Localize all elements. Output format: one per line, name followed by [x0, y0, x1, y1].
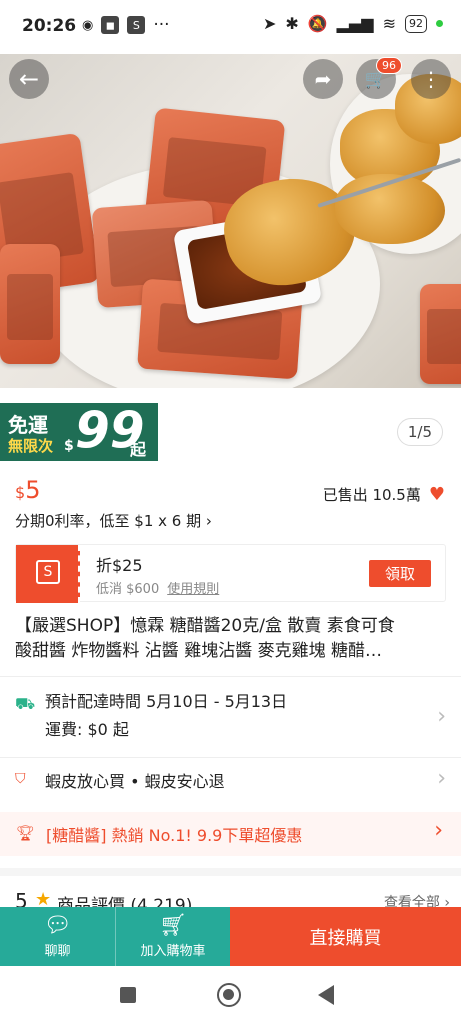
add-to-cart-button[interactable]: 🛒︎ 加入購物車: [115, 907, 230, 966]
product-title: 【嚴選SHOP】憶霖 糖醋醬20克/盒 散賣 素食可食 酸甜醬 炸物醬料 沾醬 …: [15, 614, 450, 664]
truck-icon: ⛟: [15, 694, 36, 713]
status-bar: 20:26 ◉ ◼ S ··· ➤ ✱ 🔕 ▂▄▆ ≋ 92: [0, 0, 461, 54]
shipping-fee: 運費: $0 起: [45, 720, 129, 739]
ribbon-currency: $: [64, 438, 74, 454]
chat-bubble-icon: 💬︎: [43, 913, 72, 938]
sold-count: 已售出 10.5萬 ♥: [323, 484, 445, 505]
cart-count-badge: 96: [376, 57, 402, 74]
shopee-notification-icon: S: [127, 16, 146, 34]
share-icon: ➦: [314, 67, 332, 91]
coupon-stub: S: [16, 545, 80, 603]
notification-icons: ◉ ◼ S ···: [82, 15, 170, 35]
add-to-cart-label: 加入購物車: [140, 944, 206, 959]
secondary-actions: 💬︎ 聊聊 🛒︎ 加入購物車: [0, 907, 230, 966]
wifi-icon: ≋: [382, 14, 396, 33]
buy-now-button[interactable]: 直接購買: [230, 907, 461, 966]
chevron-right-icon: ›: [434, 818, 443, 843]
title-line-2: 酸甜醬 炸物醬料 沾醬 雞塊沾醬 麥克雞塊 糖醋…: [15, 641, 383, 661]
clock: 20:26: [22, 16, 77, 36]
chevron-right-icon: ›: [437, 704, 446, 729]
coupon-title: 折$25: [96, 556, 143, 575]
sauce-packet: [420, 284, 461, 384]
installment-link[interactable]: 分期0利率，低至 $1 x 6 期 ›: [15, 510, 212, 531]
arrow-left-icon: ←: [18, 65, 40, 93]
system-nav-bar: [0, 966, 461, 1024]
coupon-rules-link[interactable]: 使用規則: [167, 582, 219, 597]
section-gap: [0, 868, 461, 876]
home-button[interactable]: [217, 983, 241, 1007]
price-value: 5: [25, 476, 41, 504]
ribbon-title: 免運: [8, 413, 48, 437]
chat-button[interactable]: 💬︎ 聊聊: [0, 907, 115, 966]
chat-label: 聊聊: [44, 944, 71, 959]
divider: [0, 757, 461, 758]
system-icons: ➤ ✱ 🔕 ▂▄▆ ≋ 92: [263, 14, 443, 33]
bestseller-banner[interactable]: 🏆︎ [糖醋醬] 熱銷 No.1! 9.9下單超優惠 ›: [0, 812, 461, 856]
coupon-min: 低消 $600 使用規則: [96, 578, 219, 597]
chevron-right-icon: ›: [437, 766, 446, 791]
shipping-row[interactable]: ⛟ 預計配達時間 5月10日 - 5月13日 運費: $0 起 ›: [15, 688, 450, 752]
image-pager: 1/5: [396, 418, 443, 446]
battery-icon: 92: [405, 14, 427, 33]
signal-icon: ▂▄▆: [336, 14, 374, 33]
guarantee-text: 蝦皮放心買 • 蝦皮安心退: [45, 772, 225, 791]
free-shipping-ribbon: 免運 無限次 $ 99 起: [0, 401, 158, 461]
bestseller-text: [糖醋醬] 熱銷 No.1! 9.9下單超優惠: [46, 826, 303, 845]
shop-coupon: S 折$25 低消 $600 使用規則 領取: [15, 544, 446, 603]
guarantee-row[interactable]: ⛉ 蝦皮放心買 • 蝦皮安心退 ›: [15, 766, 450, 798]
trophy-icon: 🏆︎: [16, 824, 36, 842]
shield-icon: ⛉: [15, 771, 26, 787]
cart-plus-icon: 🛒︎: [159, 913, 187, 938]
claim-coupon-button[interactable]: 領取: [368, 560, 431, 587]
price-currency: $: [15, 483, 26, 502]
more-vertical-icon: ⋮: [421, 67, 441, 91]
sold-text: 已售出 10.5萬: [322, 486, 421, 504]
share-button[interactable]: ➦: [303, 59, 343, 99]
back-button[interactable]: ←: [9, 59, 49, 99]
location-icon: ➤: [262, 14, 277, 33]
privacy-dot-icon: [436, 20, 443, 27]
coupon-min-spend: 低消 $600: [96, 582, 160, 597]
sauce-packet: [0, 244, 60, 364]
title-line-1: 【嚴選SHOP】憶霖 糖醋醬20克/盒 散賣 素食可食: [15, 616, 395, 636]
recents-button[interactable]: [120, 987, 136, 1003]
bluetooth-icon: ✱: [285, 14, 299, 33]
ribbon-suffix: 起: [130, 440, 147, 459]
bottom-action-bar: 💬︎ 聊聊 🛒︎ 加入購物車 直接購買: [0, 907, 461, 966]
app-icon: ◼: [101, 16, 120, 34]
heart-icon[interactable]: ♥: [429, 484, 445, 505]
mute-icon: 🔕: [307, 14, 328, 33]
back-nav-button[interactable]: [318, 985, 334, 1005]
ribbon-subtitle: 無限次: [8, 437, 54, 455]
messenger-icon: ◉: [82, 17, 94, 33]
more-menu-button[interactable]: ⋮: [411, 59, 451, 99]
more-notifications: ···: [153, 15, 170, 35]
delivery-eta: 預計配達時間 5月10日 - 5月13日: [45, 692, 288, 711]
shopee-bag-icon: S: [36, 560, 60, 584]
divider: [0, 676, 461, 677]
price: $5: [15, 476, 40, 504]
product-image[interactable]: [0, 54, 461, 388]
